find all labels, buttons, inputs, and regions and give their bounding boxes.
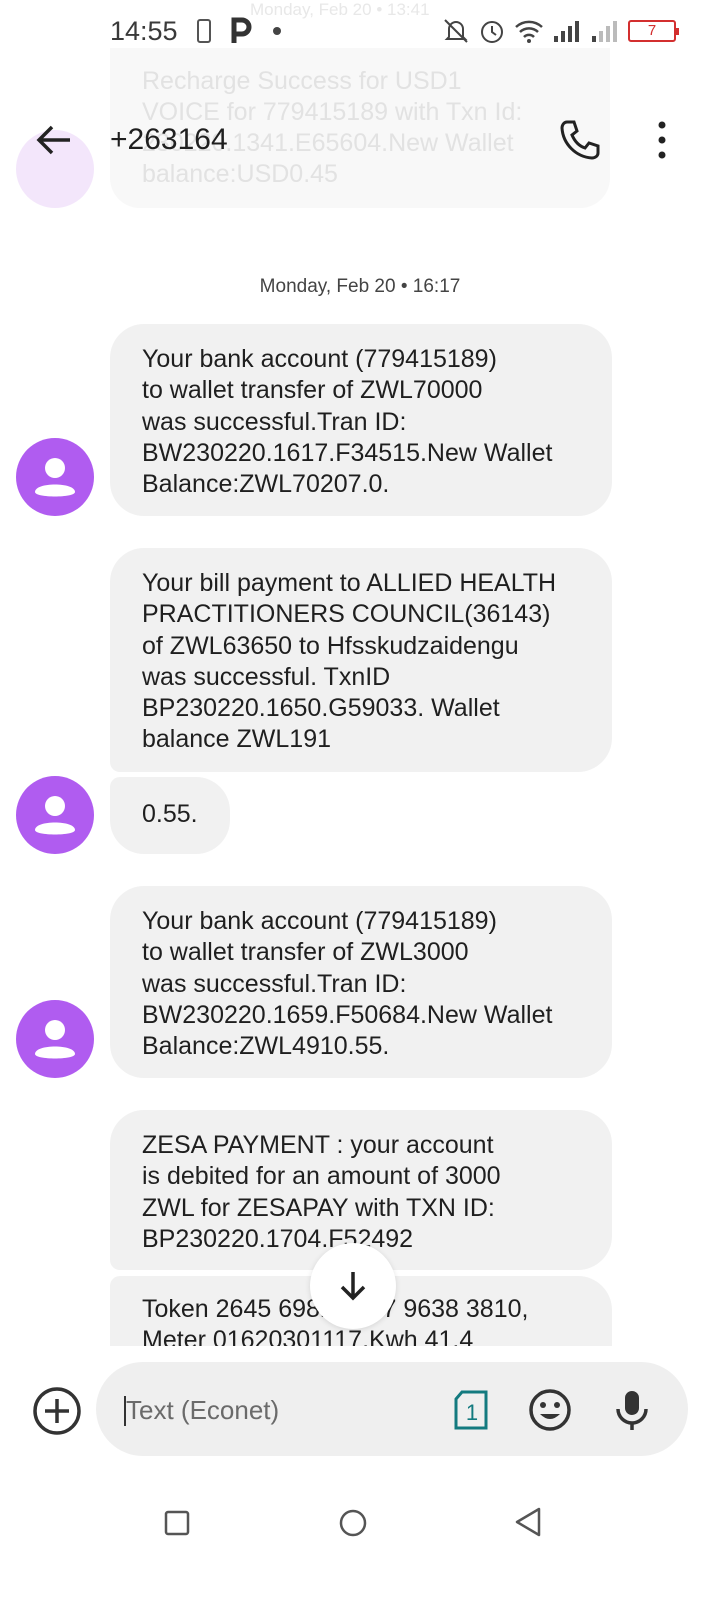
battery-icon: 7 bbox=[628, 20, 679, 42]
phone-outline-icon bbox=[197, 19, 211, 43]
recents-square-icon[interactable] bbox=[164, 1510, 190, 1536]
sender-avatar bbox=[16, 776, 94, 854]
message-bubble[interactable]: Your bill payment to ALLIED HEALTH PRACT… bbox=[110, 548, 612, 772]
scroll-to-bottom-button[interactable] bbox=[310, 1243, 396, 1329]
status-right-icons: 7 bbox=[442, 16, 679, 46]
conversation-title: +263164 bbox=[110, 123, 228, 156]
system-navigation-bar bbox=[0, 1478, 720, 1600]
alarm-icon bbox=[481, 21, 503, 43]
person-icon bbox=[35, 796, 75, 835]
microphone-icon[interactable] bbox=[612, 1388, 652, 1432]
conversation-header: +263164 bbox=[0, 96, 720, 186]
phone-call-icon[interactable] bbox=[558, 118, 602, 162]
status-bar: 14:55 7 bbox=[0, 0, 720, 64]
add-attachment-icon[interactable] bbox=[32, 1386, 82, 1436]
status-time: 14:55 bbox=[110, 16, 178, 46]
more-options-icon[interactable] bbox=[644, 118, 680, 162]
signal-weak-icon bbox=[592, 21, 617, 42]
arrow-down-icon bbox=[340, 1272, 366, 1301]
sender-avatar bbox=[16, 438, 94, 516]
date-separator: Monday, Feb 20 • 16:17 bbox=[259, 276, 461, 297]
emoji-icon[interactable] bbox=[528, 1388, 572, 1432]
mute-bell-icon bbox=[444, 19, 468, 43]
sim-card-icon[interactable]: 1 bbox=[452, 1390, 490, 1430]
home-circle-icon[interactable] bbox=[338, 1508, 368, 1538]
signal-icon bbox=[554, 21, 579, 42]
message-text: ZESA PAYMENT : your account is debited f… bbox=[142, 1131, 501, 1253]
parking-p-icon bbox=[231, 17, 252, 43]
person-icon bbox=[35, 1020, 75, 1059]
message-text: Your bill payment to ALLIED HEALTH PRACT… bbox=[142, 569, 557, 754]
back-arrow-icon[interactable] bbox=[34, 120, 74, 160]
person-icon bbox=[35, 458, 75, 497]
message-text: Your bank account (779415189) to wallet … bbox=[142, 907, 553, 1061]
message-bubble[interactable]: Your bank account (779415189) to wallet … bbox=[110, 886, 612, 1078]
message-text: 0.55. bbox=[142, 800, 198, 828]
dot-icon bbox=[273, 27, 281, 35]
message-text: Your bank account (779415189) to wallet … bbox=[142, 345, 553, 499]
sender-avatar bbox=[16, 1000, 94, 1078]
wifi-icon bbox=[515, 20, 543, 43]
message-input-placeholder[interactable]: Text (Econet) bbox=[126, 1395, 279, 1426]
back-triangle-icon[interactable] bbox=[512, 1506, 544, 1538]
status-left-icons bbox=[196, 16, 282, 46]
message-bubble[interactable]: Your bank account (779415189) to wallet … bbox=[110, 324, 612, 516]
sim-number: 1 bbox=[466, 1400, 478, 1425]
compose-bar: Text (Econet) 1 bbox=[0, 1346, 720, 1478]
message-bubble[interactable]: 0.55. bbox=[110, 777, 230, 854]
